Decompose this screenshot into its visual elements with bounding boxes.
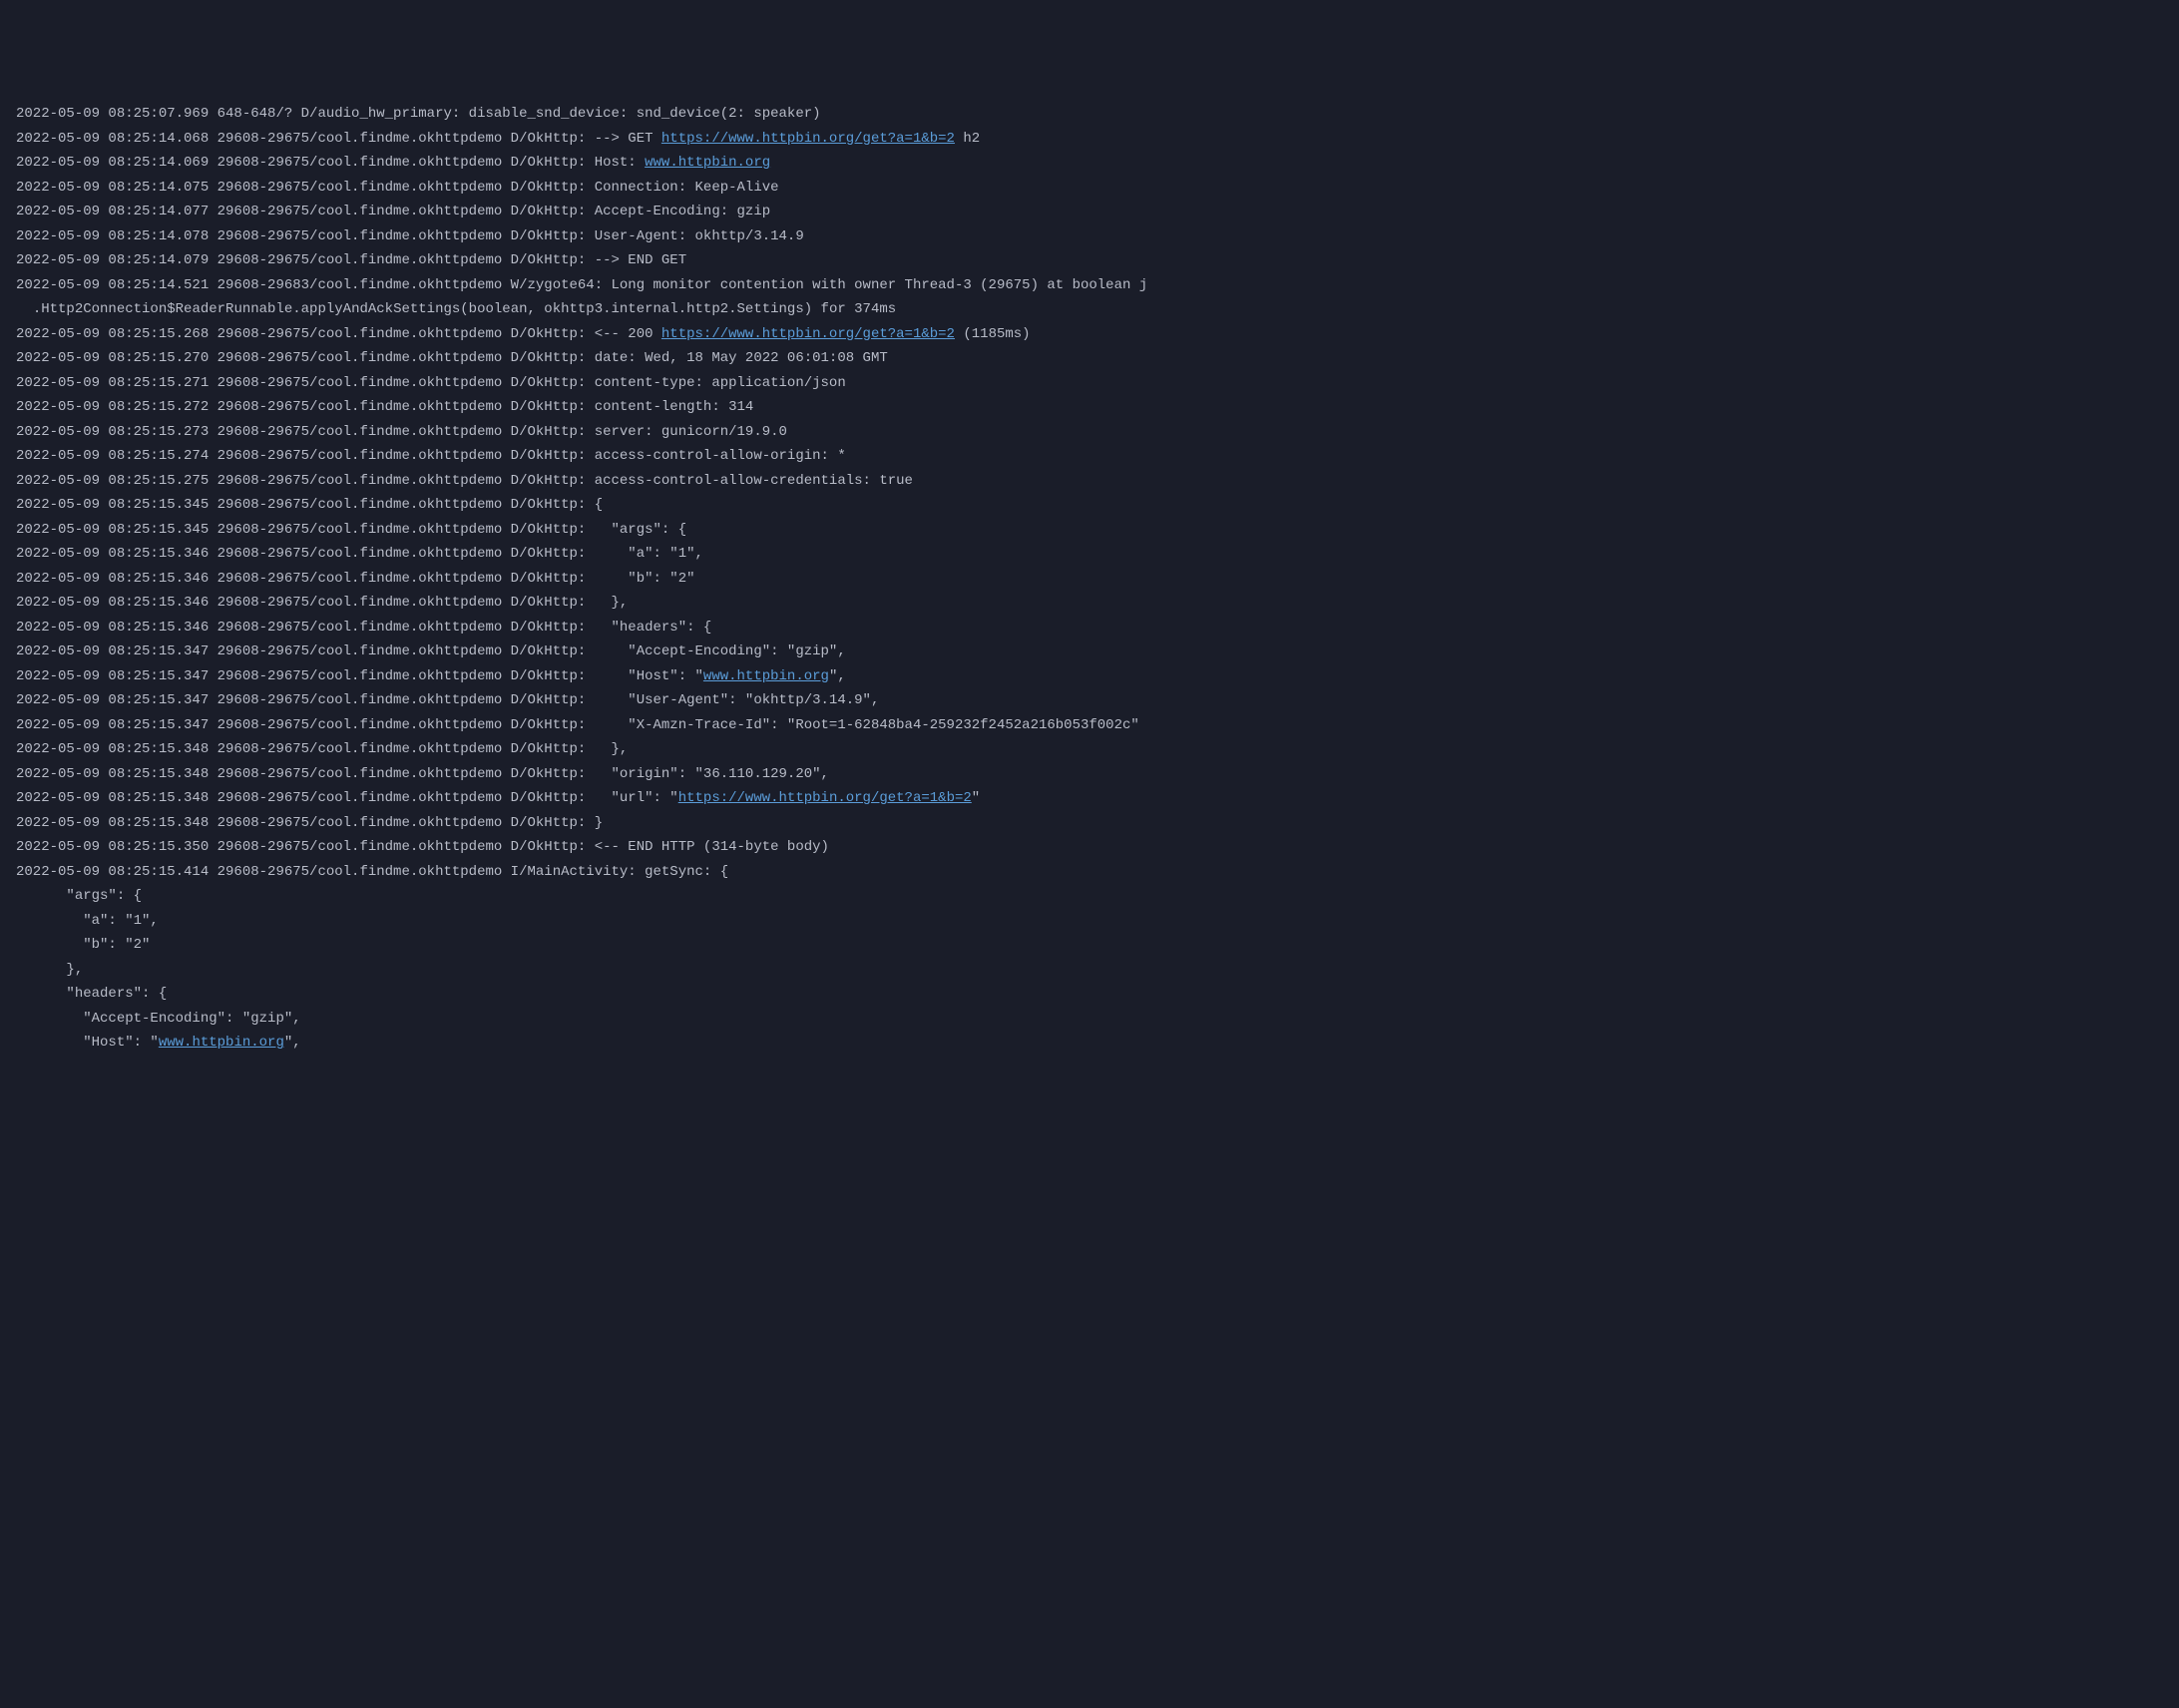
log-text: 2022-05-09 08:25:15.347 29608-29675/cool…: [16, 692, 888, 708]
log-text: "b": "2": [16, 937, 150, 953]
log-line: 2022-05-09 08:25:15.345 29608-29675/cool…: [16, 493, 2163, 518]
log-text: 2022-05-09 08:25:14.078 29608-29675/cool…: [16, 228, 804, 244]
log-text: 2022-05-09 08:25:15.273 29608-29675/cool…: [16, 424, 787, 440]
log-text: 2022-05-09 08:25:14.079 29608-29675/cool…: [16, 252, 686, 268]
log-text: "Accept-Encoding": "gzip",: [16, 1011, 309, 1027]
log-line: 2022-05-09 08:25:15.275 29608-29675/cool…: [16, 469, 2163, 494]
log-text: "a": "1",: [16, 913, 167, 929]
log-text: 2022-05-09 08:25:14.077 29608-29675/cool…: [16, 204, 770, 219]
log-line: .Http2Connection$ReaderRunnable.applyAnd…: [16, 297, 2163, 322]
log-line: "args": {: [16, 884, 2163, 909]
log-line: "a": "1",: [16, 909, 2163, 934]
log-line: 2022-05-09 08:25:15.348 29608-29675/cool…: [16, 811, 2163, 836]
log-text: 2022-05-09 08:25:15.347 29608-29675/cool…: [16, 717, 1139, 733]
log-text: 2022-05-09 08:25:15.271 29608-29675/cool…: [16, 375, 846, 391]
log-line: "Host": "www.httpbin.org",: [16, 1031, 2163, 1056]
log-text: 2022-05-09 08:25:15.346 29608-29675/cool…: [16, 546, 711, 562]
log-line: 2022-05-09 08:25:15.271 29608-29675/cool…: [16, 371, 2163, 396]
log-text: "args": {: [16, 888, 142, 904]
log-text: 2022-05-09 08:25:15.345 29608-29675/cool…: [16, 497, 603, 513]
log-line: 2022-05-09 08:25:14.075 29608-29675/cool…: [16, 176, 2163, 201]
log-text: 2022-05-09 08:25:15.348 29608-29675/cool…: [16, 741, 637, 757]
log-line: 2022-05-09 08:25:14.079 29608-29675/cool…: [16, 248, 2163, 273]
log-url-link[interactable]: www.httpbin.org: [645, 155, 770, 171]
log-text: 2022-05-09 08:25:15.272 29608-29675/cool…: [16, 399, 753, 415]
logcat-output[interactable]: 2022-05-09 08:25:07.969 648-648/? D/audi…: [16, 102, 2163, 1056]
log-line: "Accept-Encoding": "gzip",: [16, 1007, 2163, 1032]
log-line: 2022-05-09 08:25:15.270 29608-29675/cool…: [16, 346, 2163, 371]
log-line: 2022-05-09 08:25:14.521 29608-29683/cool…: [16, 273, 2163, 298]
log-line: 2022-05-09 08:25:15.345 29608-29675/cool…: [16, 518, 2163, 543]
log-text: 2022-05-09 08:25:15.346 29608-29675/cool…: [16, 595, 637, 611]
log-url-link[interactable]: https://www.httpbin.org/get?a=1&b=2: [661, 326, 955, 342]
log-url-link[interactable]: www.httpbin.org: [159, 1035, 284, 1051]
log-text: 2022-05-09 08:25:15.348 29608-29675/cool…: [16, 766, 837, 782]
log-text: 2022-05-09 08:25:15.346 29608-29675/cool…: [16, 571, 695, 587]
log-line: 2022-05-09 08:25:15.346 29608-29675/cool…: [16, 616, 2163, 640]
log-line: 2022-05-09 08:25:15.348 29608-29675/cool…: [16, 737, 2163, 762]
log-text: 2022-05-09 08:25:15.274 29608-29675/cool…: [16, 448, 846, 464]
log-line: 2022-05-09 08:25:15.348 29608-29675/cool…: [16, 786, 2163, 811]
log-line: 2022-05-09 08:25:15.347 29608-29675/cool…: [16, 688, 2163, 713]
log-line: },: [16, 958, 2163, 983]
log-text: 2022-05-09 08:25:14.075 29608-29675/cool…: [16, 180, 779, 196]
log-text: 2022-05-09 08:25:14.068 29608-29675/cool…: [16, 131, 661, 147]
log-url-link[interactable]: https://www.httpbin.org/get?a=1&b=2: [678, 790, 972, 806]
log-text: 2022-05-09 08:25:15.414 29608-29675/cool…: [16, 864, 728, 880]
log-line: 2022-05-09 08:25:14.068 29608-29675/cool…: [16, 127, 2163, 152]
log-line: 2022-05-09 08:25:15.274 29608-29675/cool…: [16, 444, 2163, 469]
log-text: .Http2Connection$ReaderRunnable.applyAnd…: [16, 301, 896, 317]
log-line: 2022-05-09 08:25:15.268 29608-29675/cool…: [16, 322, 2163, 347]
log-text: 2022-05-09 08:25:15.350 29608-29675/cool…: [16, 839, 829, 855]
log-text: (1185ms): [955, 326, 1031, 342]
log-line: 2022-05-09 08:25:15.346 29608-29675/cool…: [16, 542, 2163, 567]
log-line: 2022-05-09 08:25:14.078 29608-29675/cool…: [16, 224, 2163, 249]
log-text: 2022-05-09 08:25:14.521 29608-29683/cool…: [16, 277, 1147, 293]
log-text: 2022-05-09 08:25:15.348 29608-29675/cool…: [16, 790, 678, 806]
log-line: 2022-05-09 08:25:15.346 29608-29675/cool…: [16, 591, 2163, 616]
log-text: 2022-05-09 08:25:15.270 29608-29675/cool…: [16, 350, 888, 366]
log-line: 2022-05-09 08:25:15.414 29608-29675/cool…: [16, 860, 2163, 885]
log-text: "headers": {: [16, 986, 167, 1002]
log-line: 2022-05-09 08:25:15.347 29608-29675/cool…: [16, 640, 2163, 664]
log-text: ",: [829, 668, 854, 684]
log-url-link[interactable]: www.httpbin.org: [703, 668, 829, 684]
log-text: "Host": ": [16, 1035, 159, 1051]
log-text: ",: [284, 1035, 309, 1051]
log-text: 2022-05-09 08:25:15.345 29608-29675/cool…: [16, 522, 686, 538]
log-line: 2022-05-09 08:25:15.350 29608-29675/cool…: [16, 835, 2163, 860]
log-text: 2022-05-09 08:25:15.347 29608-29675/cool…: [16, 668, 703, 684]
log-line: 2022-05-09 08:25:15.272 29608-29675/cool…: [16, 395, 2163, 420]
log-line: 2022-05-09 08:25:15.347 29608-29675/cool…: [16, 713, 2163, 738]
log-line: 2022-05-09 08:25:14.069 29608-29675/cool…: [16, 151, 2163, 176]
log-line: "b": "2": [16, 933, 2163, 958]
log-text: 2022-05-09 08:25:15.275 29608-29675/cool…: [16, 473, 913, 489]
log-text: 2022-05-09 08:25:07.969 648-648/? D/audi…: [16, 106, 821, 122]
log-text: 2022-05-09 08:25:15.348 29608-29675/cool…: [16, 815, 603, 831]
log-text: ": [972, 790, 980, 806]
log-text: },: [16, 962, 92, 978]
log-text: 2022-05-09 08:25:15.347 29608-29675/cool…: [16, 643, 854, 659]
log-line: 2022-05-09 08:25:07.969 648-648/? D/audi…: [16, 102, 2163, 127]
log-line: 2022-05-09 08:25:15.348 29608-29675/cool…: [16, 762, 2163, 787]
log-line: 2022-05-09 08:25:15.347 29608-29675/cool…: [16, 664, 2163, 689]
log-text: 2022-05-09 08:25:15.268 29608-29675/cool…: [16, 326, 661, 342]
log-text: h2: [955, 131, 980, 147]
log-text: 2022-05-09 08:25:14.069 29608-29675/cool…: [16, 155, 645, 171]
log-url-link[interactable]: https://www.httpbin.org/get?a=1&b=2: [661, 131, 955, 147]
log-line: 2022-05-09 08:25:14.077 29608-29675/cool…: [16, 200, 2163, 224]
log-line: 2022-05-09 08:25:15.273 29608-29675/cool…: [16, 420, 2163, 445]
log-line: 2022-05-09 08:25:15.346 29608-29675/cool…: [16, 567, 2163, 592]
log-line: "headers": {: [16, 982, 2163, 1007]
log-text: 2022-05-09 08:25:15.346 29608-29675/cool…: [16, 620, 711, 636]
